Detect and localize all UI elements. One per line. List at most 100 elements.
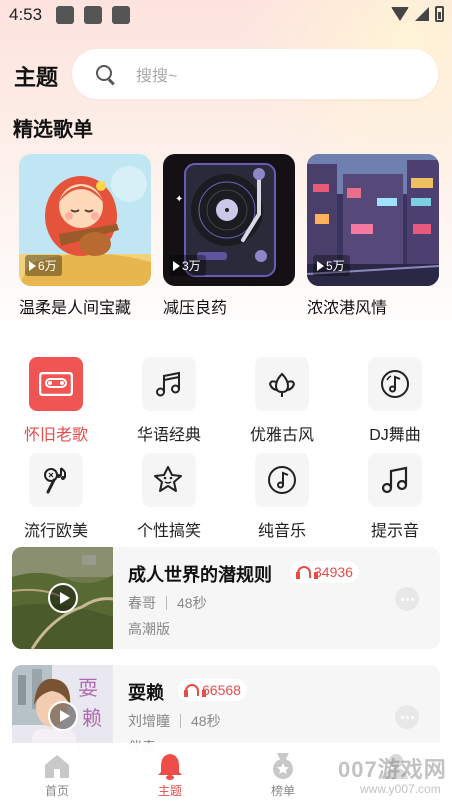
play-button[interactable] [48,583,78,613]
category-label: 个性搞笑 [136,523,201,540]
category-icon-tile[interactable] [142,453,196,507]
playlist-name[interactable]: 减压良药 [163,294,295,318]
category-icon-tile[interactable] [142,357,196,411]
headphones-icon [184,683,206,697]
song-artist: 刘增瞳 [128,713,170,729]
song-title: 成人世界的潜规则 [128,565,272,585]
category-guofeng[interactable]: 优雅古风 [232,357,332,445]
svg-text:✦: ✦ [175,194,183,205]
divider [180,714,181,728]
category-icon-tile[interactable] [29,453,83,507]
svg-text:耍: 耍 [78,676,98,700]
section-title: 精选歌单 [13,119,93,141]
category-gexing[interactable]: 个性搞笑 [119,453,219,541]
category-label: DJ舞曲 [369,427,421,444]
play-count: 5万 [326,259,345,273]
flower-icon [268,372,296,397]
song-duration: 48秒 [177,595,207,611]
home-icon [42,751,72,781]
category-label: 纯音乐 [257,523,306,540]
watermark-url: www.y007.com [360,782,441,796]
medal-icon [268,751,298,781]
status-bar: 4:53 [0,0,452,32]
watermark: 007游戏网 [338,757,447,782]
playlist-card[interactable]: ✦ 3万 减压良药 [163,154,295,318]
cassette-icon [39,372,73,396]
play-count: 66568 [202,682,241,698]
wifi-icon [391,7,409,21]
nav-home[interactable]: 首页 [27,751,87,799]
play-icon [29,260,36,271]
play-count-badge: 34936 [290,561,359,583]
playlist-card[interactable]: 5万 浓浓港风情 [307,154,439,318]
category-tishiyin[interactable]: 提示音 [345,453,445,541]
play-icon [173,260,180,271]
headphones-icon [296,565,318,579]
search-icon [94,63,116,85]
playlist-card[interactable]: 6万 温柔是人间宝藏 [19,154,151,318]
play-count: 34936 [314,564,353,580]
song-cover[interactable] [12,547,113,649]
more-icon[interactable] [395,587,419,611]
song-cover[interactable]: 耍 赖 [12,665,113,755]
category-label: 提示音 [370,523,419,540]
category-label: 华语经典 [136,427,201,444]
vinyl-icon [381,370,409,398]
more-icon[interactable] [395,705,419,729]
play-count: 6万 [38,259,57,273]
song-item[interactable]: 成人世界的潜规则 34936 春哥 48秒 高潮版 [12,547,440,649]
notification-icon [84,6,102,24]
category-liuxing[interactable]: 流行欧美 [6,453,106,541]
song-item[interactable]: 耍 赖 耍赖 66568 刘增瞳 48秒 伴奏 [12,665,440,755]
play-count: 3万 [182,259,201,273]
song-meta: 春哥 48秒 [128,593,207,613]
playlist-cover[interactable]: ✦ 3万 [163,154,295,286]
search-input[interactable]: 搜搜~ [136,62,177,86]
search-bar[interactable]: 搜搜~ [72,49,438,99]
category-icon-tile[interactable] [368,357,422,411]
category-icon-tile[interactable] [368,453,422,507]
category-label: 流行欧美 [23,523,88,540]
page-title: 主题 [14,65,59,90]
category-label: 怀旧老歌 [23,427,88,444]
svg-text:赖: 赖 [82,706,102,730]
nav-label: 首页 [44,784,69,798]
song-tag: 高潮版 [128,621,170,637]
signal-icon [415,7,429,21]
nav-charts[interactable]: 榜单 [253,751,313,799]
nav-theme[interactable]: 主题 [140,751,200,799]
song-duration: 48秒 [191,713,221,729]
playlist-cover[interactable]: 5万 [307,154,439,286]
bell-icon [155,751,185,781]
category-icon-tile[interactable] [255,453,309,507]
battery-icon [435,6,444,22]
category-icon-tile[interactable] [29,357,83,411]
play-count-badge: 6万 [25,255,62,276]
playlist-name[interactable]: 温柔是人间宝藏 [19,294,151,318]
play-button[interactable] [48,701,78,731]
playlist-name[interactable]: 浓浓港风情 [307,294,439,318]
star-face-icon [154,466,182,492]
music-notes-icon [156,371,180,397]
category-chunyinyue[interactable]: 纯音乐 [232,453,332,541]
category-icon-tile[interactable] [255,357,309,411]
music-disc-icon [268,466,296,494]
playlist-cover[interactable]: 6万 [19,154,151,286]
song-artist: 春哥 [128,595,156,611]
category-huaijiu[interactable]: 怀旧老歌 [6,357,106,445]
song-title: 耍赖 [128,683,164,703]
song-meta: 刘增瞳 48秒 [128,711,221,731]
notification-icon [56,6,74,24]
play-count-badge: 3万 [169,255,206,276]
nav-label: 主题 [157,784,182,798]
music-note-icon [381,466,408,494]
play-icon [317,260,324,271]
category-label: 优雅古风 [249,427,314,444]
divider [166,596,167,610]
category-dj[interactable]: DJ舞曲 [345,357,445,445]
notification-icon [112,6,130,24]
play-count-badge: 66568 [178,679,247,701]
microphone-icon [44,467,66,494]
nav-label: 榜单 [270,784,295,798]
category-huayu[interactable]: 华语经典 [119,357,219,445]
